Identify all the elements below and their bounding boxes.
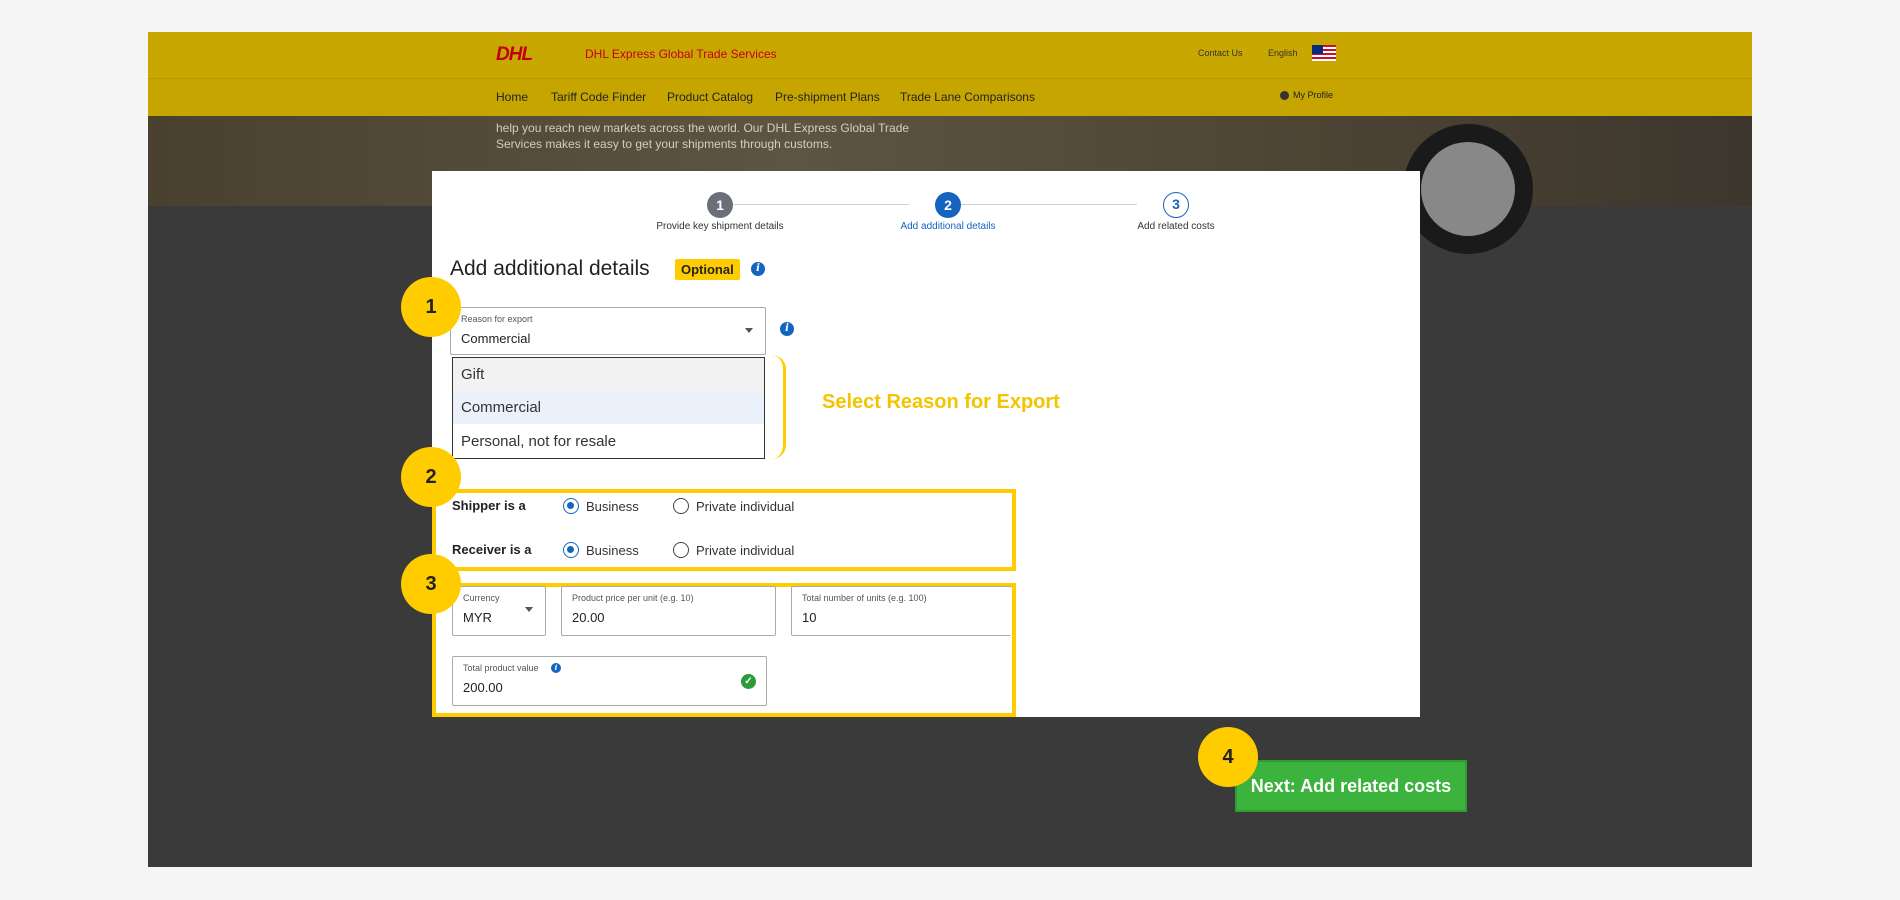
receiver-business-label: Business xyxy=(586,543,639,558)
price-per-unit-value: 20.00 xyxy=(572,610,605,625)
page-title: Add additional details xyxy=(450,257,650,280)
user-icon xyxy=(1280,91,1289,101)
step-badge-2: 2 xyxy=(401,447,461,507)
reason-dropdown-list: Gift Commercial Personal, not for resale xyxy=(452,357,765,459)
malaysia-flag-icon[interactable] xyxy=(1312,45,1336,61)
reason-for-export-label: Reason for export xyxy=(461,314,533,324)
contact-us-link[interactable]: Contact Us xyxy=(1198,48,1243,58)
shipper-private-radio[interactable] xyxy=(673,498,689,514)
form-card: 1 Provide key shipment details 2 Add add… xyxy=(432,171,1420,717)
step-1-circle[interactable]: 1 xyxy=(707,192,733,218)
dhl-logo[interactable]: DHL xyxy=(496,44,533,66)
optional-badge: Optional xyxy=(675,259,740,280)
currency-select[interactable]: Currency MYR xyxy=(452,586,546,636)
chevron-down-icon xyxy=(745,328,753,333)
shipper-private-label: Private individual xyxy=(696,499,795,514)
main-nav: Home Tariff Code Finder Product Catalog … xyxy=(148,78,1752,116)
info-icon[interactable]: i xyxy=(551,663,561,673)
step-2-circle[interactable]: 2 xyxy=(935,192,961,218)
step-1-label: Provide key shipment details xyxy=(656,221,784,232)
step-badge-3: 3 xyxy=(401,554,461,614)
annotation-brace xyxy=(772,355,786,459)
step-badge-1: 1 xyxy=(401,277,461,337)
shipper-business-label: Business xyxy=(586,499,639,514)
annotation-select-reason: Select Reason for Export xyxy=(822,391,1060,413)
total-units-field[interactable]: Total number of units (e.g. 100) 10 xyxy=(791,586,1011,636)
chevron-down-icon xyxy=(525,607,533,612)
service-name: DHL Express Global Trade Services xyxy=(585,47,777,61)
step-2-label: Add additional details xyxy=(900,221,996,232)
nav-trade-lane-comparisons[interactable]: Trade Lane Comparisons xyxy=(900,90,1035,104)
nav-home[interactable]: Home xyxy=(496,90,528,104)
currency-label: Currency xyxy=(463,593,500,603)
dropdown-option-gift[interactable]: Gift xyxy=(453,358,764,391)
total-units-label: Total number of units (e.g. 100) xyxy=(802,593,927,603)
truck-wheel-image xyxy=(1403,124,1533,254)
total-product-value-field[interactable]: Total product value i 200.00 ✓ xyxy=(452,656,767,706)
currency-value: MYR xyxy=(463,610,492,625)
shipper-label: Shipper is a xyxy=(452,498,526,513)
dropdown-option-commercial[interactable]: Commercial xyxy=(453,391,764,424)
price-per-unit-label: Product price per unit (e.g. 10) xyxy=(572,593,694,603)
reason-for-export-select[interactable]: Reason for export Commercial xyxy=(450,307,766,355)
total-product-value-value: 200.00 xyxy=(463,680,503,695)
receiver-business-radio[interactable] xyxy=(563,542,579,558)
reason-for-export-value: Commercial xyxy=(461,331,531,346)
nav-product-catalog[interactable]: Product Catalog xyxy=(667,90,753,104)
price-per-unit-field[interactable]: Product price per unit (e.g. 10) 20.00 xyxy=(561,586,776,636)
stepper-line xyxy=(719,204,909,205)
dropdown-option-personal[interactable]: Personal, not for resale xyxy=(453,425,764,458)
shipper-business-radio[interactable] xyxy=(563,498,579,514)
language-selector[interactable]: English xyxy=(1268,48,1298,58)
next-add-related-costs-button[interactable]: Next: Add related costs xyxy=(1235,760,1467,812)
info-icon[interactable]: i xyxy=(751,262,765,276)
hero-text: help you reach new markets across the wo… xyxy=(496,121,910,151)
step-3-label: Add related costs xyxy=(1137,221,1215,232)
top-bar: DHL DHL Express Global Trade Services Co… xyxy=(148,32,1752,78)
step-badge-4: 4 xyxy=(1198,727,1258,787)
nav-tariff-code-finder[interactable]: Tariff Code Finder xyxy=(551,90,646,104)
checkmark-icon: ✓ xyxy=(741,674,756,689)
my-profile-label: My Profile xyxy=(1293,90,1334,100)
nav-pre-shipment-plans[interactable]: Pre-shipment Plans xyxy=(775,90,880,104)
receiver-label: Receiver is a xyxy=(452,542,532,557)
stepper-line xyxy=(947,204,1137,205)
info-icon[interactable]: i xyxy=(780,322,794,336)
total-units-value: 10 xyxy=(802,610,817,625)
step-3-circle[interactable]: 3 xyxy=(1163,192,1189,218)
my-profile-link[interactable]: My Profile xyxy=(1280,90,1334,101)
receiver-private-label: Private individual xyxy=(696,543,795,558)
receiver-private-radio[interactable] xyxy=(673,542,689,558)
total-product-value-label: Total product value xyxy=(463,663,539,673)
